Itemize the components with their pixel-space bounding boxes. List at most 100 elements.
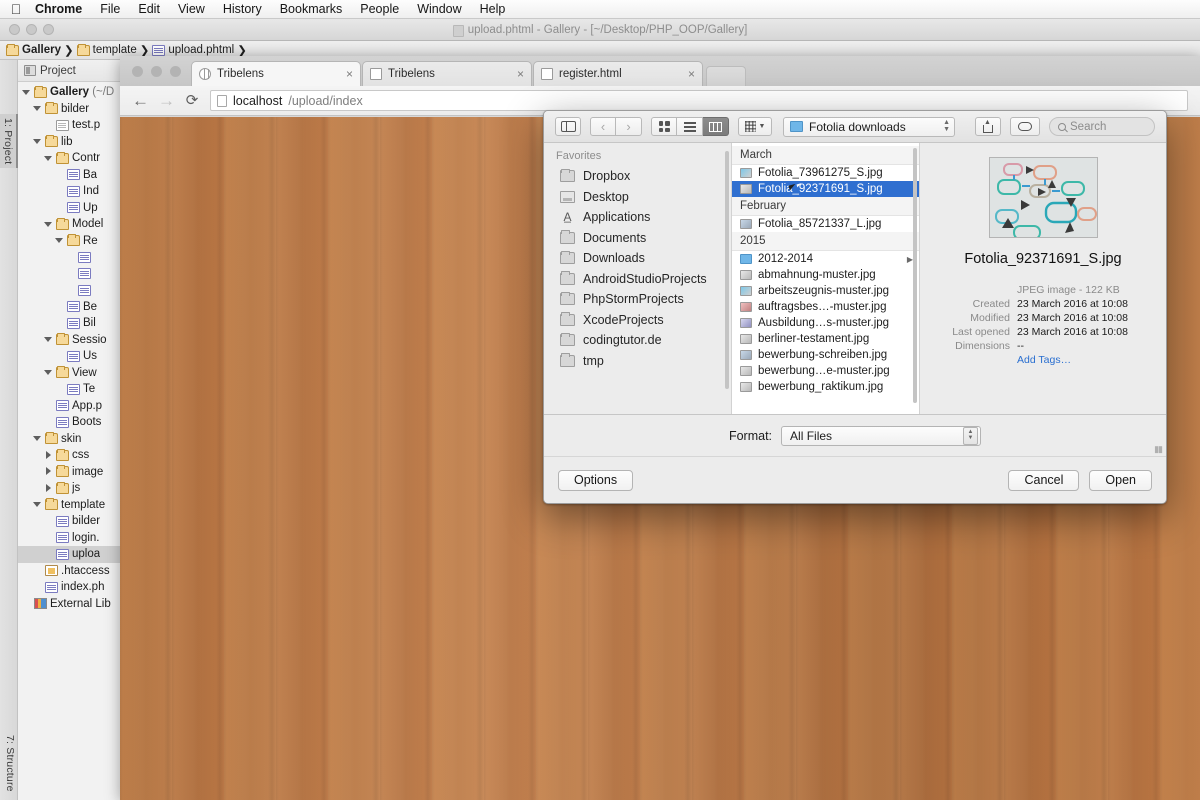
menu-item-view[interactable]: View	[169, 0, 214, 19]
apple-logo-icon[interactable]: 	[6, 2, 26, 16]
expand-arrow-icon[interactable]	[44, 483, 53, 493]
format-select[interactable]: All Files ▲ ▼	[781, 425, 982, 446]
resize-grip-icon[interactable]: ▮▮	[1154, 444, 1163, 455]
format-label: Format:	[728, 428, 773, 443]
file-row[interactable]: Ausbildung…s-muster.jpg	[732, 315, 919, 331]
menu-item-file[interactable]: File	[91, 0, 129, 19]
file-row[interactable]: bewerbung-schreiben.jpg	[732, 347, 919, 363]
chrome-zoom-button[interactable]	[170, 65, 181, 77]
breadcrumb-item-template[interactable]: template	[76, 43, 137, 56]
favorites-item-dropbox[interactable]: Dropbox	[544, 166, 731, 187]
favorites-item-applications[interactable]: A̲ Applications	[544, 207, 731, 228]
browser-tab-2[interactable]: register.html ×	[533, 61, 703, 86]
menu-item-edit[interactable]: Edit	[129, 0, 169, 19]
favorites-item-tmp[interactable]: tmp	[544, 351, 731, 372]
expand-arrow-icon[interactable]	[44, 467, 53, 476]
column-view-button[interactable]	[703, 117, 729, 136]
file-list-scrollbar[interactable]	[913, 148, 917, 403]
chrome-close-button[interactable]	[132, 65, 143, 77]
file-list[interactable]: March Fotolia_73961275_S.jpg Fotolia_92371…	[732, 146, 919, 395]
collapse-arrow-icon[interactable]	[44, 154, 53, 163]
favorites-item-codingtutor-de[interactable]: codingtutor.de	[544, 330, 731, 351]
file-row[interactable]: bewerbung_raktikum.jpg	[732, 379, 919, 395]
close-icon[interactable]: ×	[688, 68, 695, 80]
expand-arrow-icon[interactable]	[44, 450, 53, 460]
collapse-arrow-icon[interactable]	[44, 220, 53, 229]
sidebar-toggle-button[interactable]	[555, 117, 581, 136]
path-popup-button[interactable]: Fotolia downloads ▲ ▼	[783, 116, 955, 137]
collapse-arrow-icon[interactable]	[44, 368, 53, 377]
file-row[interactable]: arbeitszeugnis-muster.jpg	[732, 283, 919, 299]
reload-button[interactable]: ⟳	[184, 93, 200, 108]
menu-item-help[interactable]: Help	[471, 0, 515, 19]
menu-item-chrome[interactable]: Chrome	[26, 0, 91, 19]
arrange-button[interactable]: ▼	[738, 117, 772, 136]
file-row[interactable]: Fotolia_92371691_S.jpg	[732, 181, 919, 197]
new-tab-button[interactable]	[706, 66, 746, 86]
page-info-icon[interactable]	[217, 94, 227, 107]
tool-tab-structure[interactable]: 7: Structure	[0, 731, 18, 796]
favorites-list[interactable]: Dropbox Desktop A̲ Applications Documents Dow…	[544, 166, 731, 371]
collapse-arrow-icon[interactable]	[55, 236, 64, 245]
collapse-arrow-icon[interactable]	[22, 88, 31, 97]
file-row[interactable]: abmahnung-muster.jpg	[732, 267, 919, 283]
browser-tab-1[interactable]: Tribelens ×	[362, 61, 532, 86]
open-button[interactable]: Open	[1089, 469, 1152, 491]
file-row[interactable]: Fotolia_73961275_S.jpg	[732, 165, 919, 181]
file-list-column[interactable]: March Fotolia_73961275_S.jpg Fotolia_92371…	[732, 143, 920, 414]
image-file-icon	[740, 318, 752, 328]
add-tags-link[interactable]: Add Tags…	[1017, 353, 1071, 367]
collapse-arrow-icon[interactable]	[33, 500, 42, 509]
folder-row[interactable]: 2012-2014 ▶	[732, 251, 919, 267]
search-placeholder: Search	[1070, 120, 1107, 133]
menu-item-people[interactable]: People	[351, 0, 408, 19]
icon-view-button[interactable]	[651, 117, 677, 136]
collapse-arrow-icon[interactable]	[33, 434, 42, 443]
breadcrumb-label: template	[92, 44, 137, 56]
back-button[interactable]: ←	[132, 92, 149, 109]
php-icon	[67, 202, 80, 214]
breadcrumb-item-gallery[interactable]: Gallery	[6, 43, 61, 56]
folder-icon	[76, 43, 90, 56]
favorites-item-xcodeprojects[interactable]: XcodeProjects	[544, 310, 731, 331]
collapse-arrow-icon[interactable]	[44, 335, 53, 344]
file-row[interactable]: bewerbung…e-muster.jpg	[732, 363, 919, 379]
favorites-item-androidstudioprojects[interactable]: AndroidStudioProjects	[544, 269, 731, 290]
menu-item-history[interactable]: History	[214, 0, 271, 19]
browser-tab-0[interactable]: Tribelens ×	[191, 61, 361, 86]
collapse-arrow-icon[interactable]	[33, 137, 42, 146]
search-field[interactable]: Search	[1049, 117, 1155, 136]
forward-button[interactable]: →	[158, 92, 175, 109]
list-view-button[interactable]	[677, 117, 703, 136]
favorites-item-phpstormprojects[interactable]: PhpStormProjects	[544, 289, 731, 310]
address-bar[interactable]: localhost/upload/index	[210, 90, 1188, 111]
cancel-button[interactable]: Cancel	[1008, 469, 1080, 491]
php-icon	[56, 548, 69, 560]
options-button[interactable]: Options	[558, 469, 634, 491]
chrome-minimize-button[interactable]	[151, 65, 162, 77]
file-row[interactable]: Fotolia_85721337_L.jpg	[732, 216, 919, 232]
folder-icon	[56, 465, 69, 478]
dialog-back-button[interactable]: ‹	[590, 117, 616, 136]
collapse-arrow-icon[interactable]	[33, 104, 42, 113]
menu-item-bookmarks[interactable]: Bookmarks	[271, 0, 352, 19]
breadcrumb-item-file[interactable]: upload.phtml	[152, 44, 234, 56]
chrome-window-controls[interactable]	[128, 56, 191, 86]
favorites-item-desktop[interactable]: Desktop	[544, 187, 731, 208]
file-row[interactable]: berliner-testament.jpg	[732, 331, 919, 347]
php-icon	[67, 301, 80, 313]
tag-button[interactable]	[1010, 117, 1040, 136]
share-button[interactable]	[975, 117, 1001, 136]
favorites-scrollbar[interactable]	[725, 151, 729, 389]
close-icon[interactable]: ×	[346, 68, 353, 80]
menu-item-window[interactable]: Window	[408, 0, 470, 19]
file-row[interactable]: auftragsbes…-muster.jpg	[732, 299, 919, 315]
close-icon[interactable]: ×	[517, 68, 524, 80]
favorites-item-downloads[interactable]: Downloads	[544, 248, 731, 269]
dialog-forward-button[interactable]: ›	[616, 117, 642, 136]
tool-tab-project[interactable]: 1: Project	[0, 114, 18, 169]
favorites-item-documents[interactable]: Documents	[544, 228, 731, 249]
